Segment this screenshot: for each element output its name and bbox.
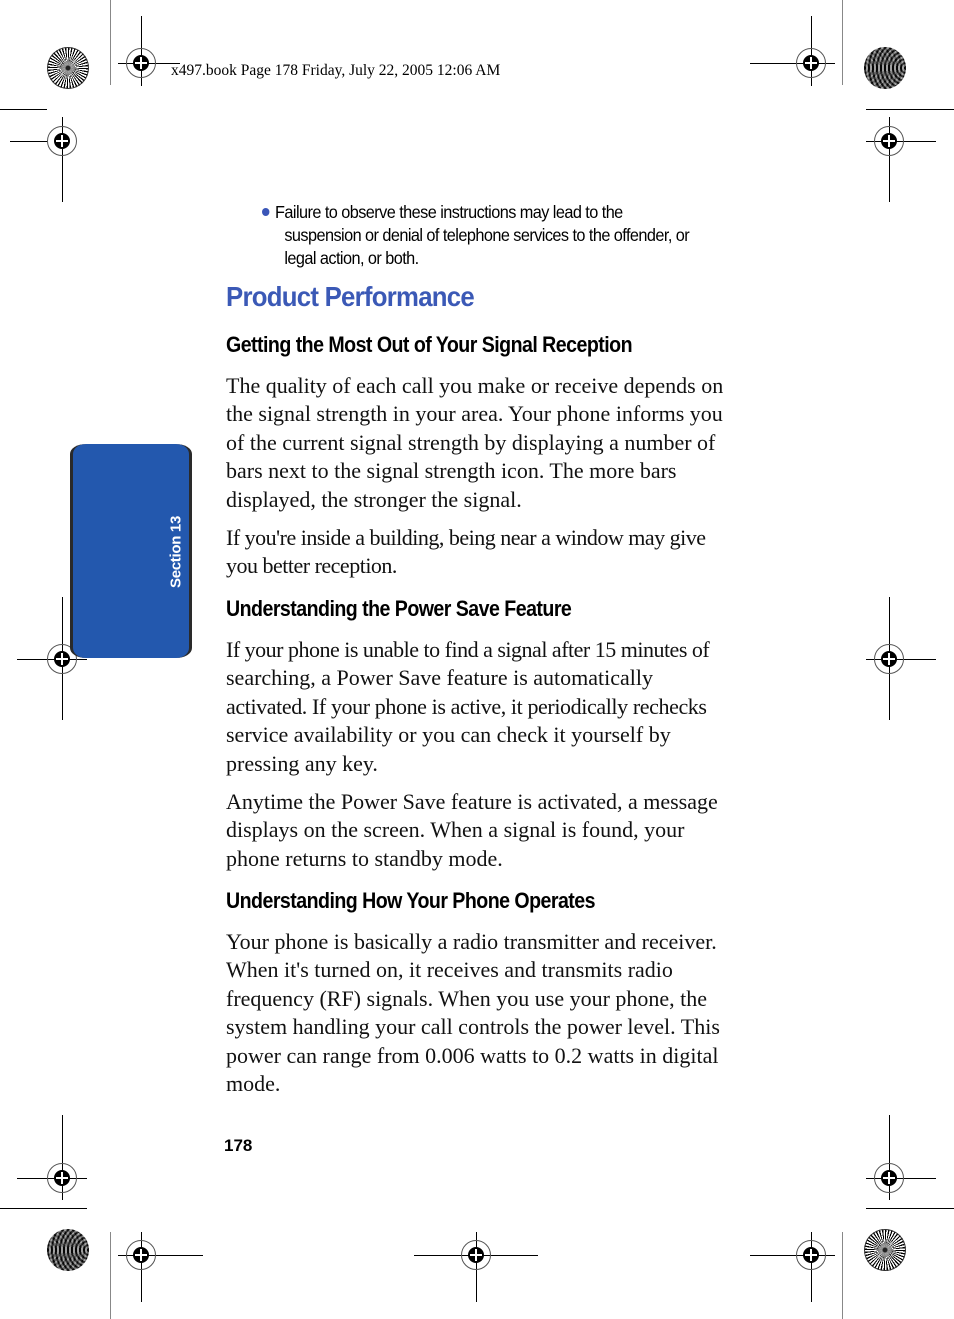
trim-line: [842, 0, 843, 85]
sunburst-target-icon: [864, 1229, 906, 1271]
crop-line: [866, 1208, 954, 1209]
bullet-note: Failure to observe these instructions ma…: [262, 201, 755, 270]
section-tab-label: Section 13: [167, 515, 185, 589]
bullet-line: Failure to observe these instructions ma…: [262, 201, 755, 224]
paragraph: If you're inside a building, being near …: [226, 525, 706, 579]
trim-line: [110, 0, 111, 85]
section-heading: Understanding How Your Phone Operates: [226, 888, 596, 913]
paragraph: Your phone is basically a radio transmit…: [226, 929, 720, 1097]
print-slug: x497.book Page 178 Friday, July 22, 2005…: [171, 62, 501, 79]
bullet-icon: [262, 208, 270, 216]
section-heading: Understanding the Power Save Feature: [226, 596, 572, 621]
trim-line: [110, 1232, 111, 1319]
page-title: Product Performance: [226, 281, 475, 312]
paragraph: The quality of each call you make or rec…: [226, 373, 724, 512]
page-number: 178: [224, 1136, 253, 1155]
crop-line: [866, 109, 954, 110]
sunburst-target-icon: [47, 47, 89, 89]
bullet-line: legal action, or both.: [284, 248, 419, 268]
paragraph: If your phone is unable to find a signal…: [226, 637, 710, 776]
bullet-line: suspension or denial of telephone servic…: [284, 225, 690, 245]
crop-line: [10, 141, 48, 142]
section-heading: Getting the Most Out of Your Signal Rece…: [226, 332, 633, 357]
trim-line: [842, 1232, 843, 1319]
crop-line: [0, 1208, 87, 1209]
moire-target-icon: [864, 47, 906, 89]
moire-target-icon: [47, 1229, 89, 1271]
paragraph: Anytime the Power Save feature is activa…: [226, 789, 718, 871]
crop-line: [0, 109, 47, 110]
